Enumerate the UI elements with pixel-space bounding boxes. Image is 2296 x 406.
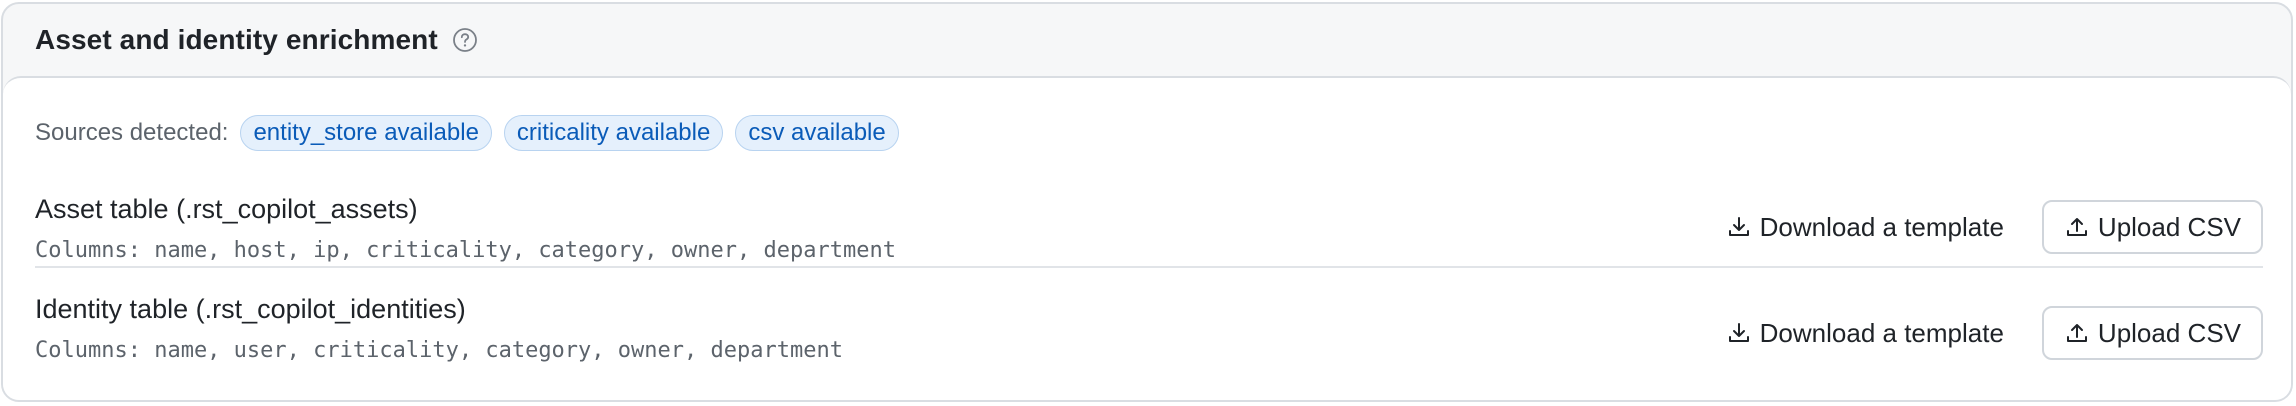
asset-identity-enrichment-panel: Asset and identity enrichment Sources de… (1, 2, 2293, 402)
identity-upload-csv-button[interactable]: Upload CSV (2041, 306, 2263, 360)
asset-table-row: Asset table (.rst_copilot_assets) Column… (35, 176, 2263, 268)
panel-body: Sources detected: entity_store available… (3, 76, 2291, 400)
asset-table-columns: Columns: name, host, ip, criticality, ca… (35, 238, 896, 263)
source-badge-entity-store: entity_store available (240, 115, 492, 151)
asset-download-label: Download a template (1759, 211, 2004, 242)
sources-label: Sources detected: (35, 119, 229, 146)
identity-table-row: Identity table (.rst_copilot_identities)… (35, 276, 2263, 368)
upload-icon (2066, 218, 2087, 236)
upload-icon (2066, 324, 2087, 342)
identity-table-columns: Columns: name, user, criticality, catego… (35, 338, 843, 363)
panel-header: Asset and identity enrichment (3, 4, 2291, 76)
question-circle-icon[interactable] (452, 27, 478, 53)
sources-detected-row: Sources detected: entity_store available… (35, 114, 911, 152)
download-icon (1728, 217, 1749, 236)
identity-upload-label: Upload CSV (2097, 317, 2241, 348)
asset-table-title: Asset table (.rst_copilot_assets) (35, 194, 418, 224)
panel-title: Asset and identity enrichment (35, 24, 438, 55)
identity-table-title: Identity table (.rst_copilot_identities) (35, 294, 466, 324)
identity-download-label: Download a template (1759, 317, 2004, 348)
identity-download-template-button[interactable]: Download a template (1726, 318, 2004, 349)
source-badge-criticality: criticality available (503, 115, 724, 151)
source-badge-csv: csv available (735, 115, 899, 151)
asset-table-actions: Download a template Upload CSV (1726, 200, 2263, 254)
asset-upload-label: Upload CSV (2097, 211, 2241, 242)
asset-download-template-button[interactable]: Download a template (1726, 212, 2004, 243)
asset-upload-csv-button[interactable]: Upload CSV (2041, 200, 2263, 254)
identity-table-actions: Download a template Upload CSV (1726, 306, 2263, 360)
download-icon (1728, 323, 1749, 342)
